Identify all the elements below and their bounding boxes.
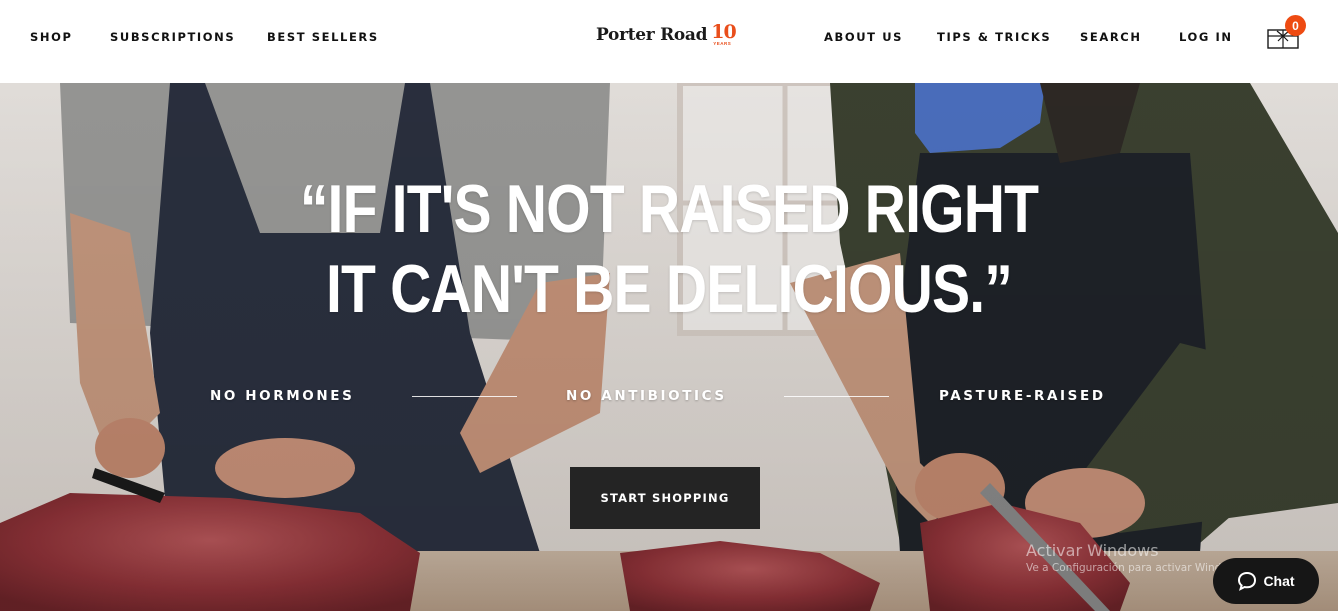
hero-quote-line-2: IT CAN'T BE DELICIOUS.” [325,251,1013,327]
nav-subscriptions[interactable]: SUBSCRIPTIONS [110,30,235,44]
feature-divider [784,396,889,397]
chat-bubble-icon [1238,571,1257,591]
feature-pasture-raised: PASTURE-RAISED [939,388,1106,404]
feature-no-hormones: NO HORMONES [210,388,355,404]
watermark-subtitle: Ve a Configuración para activar Windows [1026,562,1242,574]
feature-divider [412,396,517,397]
hero-quote-line-1: “IF IT'S NOT RAISED RIGHT [299,171,1039,247]
anniversary-badge: 10 YEARS [711,22,737,50]
watermark-title: Activar Windows [1026,541,1159,560]
windows-activation-watermark: Activar Windows Ve a Configuración para … [1026,541,1242,574]
start-shopping-button[interactable]: START SHOPPING [570,467,760,529]
cart-count-badge: 0 [1285,15,1306,36]
logo-wordmark: Porter Road [596,25,708,45]
site-header: SHOP SUBSCRIPTIONS BEST SELLERS Porter R… [0,0,1338,83]
anniversary-years: YEARS [713,41,732,46]
feature-no-antibiotics: NO ANTIBIOTICS [566,388,727,404]
butchers-photo [0,83,1338,611]
brand-logo[interactable]: Porter Road 10 YEARS [596,22,737,50]
hero-quote: “IF IT'S NOT RAISED RIGHT IT CAN'T BE DE… [107,169,1231,329]
nav-search[interactable]: SEARCH [1080,30,1142,44]
hero-banner: “IF IT'S NOT RAISED RIGHT IT CAN'T BE DE… [0,83,1338,611]
nav-tips-tricks[interactable]: TIPS & TRICKS [937,30,1051,44]
nav-about-us[interactable]: ABOUT US [824,30,903,44]
nav-shop[interactable]: SHOP [30,30,73,44]
chat-label: Chat [1263,573,1295,589]
anniversary-number: 10 [711,21,736,43]
nav-log-in[interactable]: LOG IN [1179,30,1233,44]
chat-button[interactable]: Chat [1213,558,1319,604]
nav-best-sellers[interactable]: BEST SELLERS [267,30,379,44]
cart-button[interactable]: 0 [1267,15,1306,51]
